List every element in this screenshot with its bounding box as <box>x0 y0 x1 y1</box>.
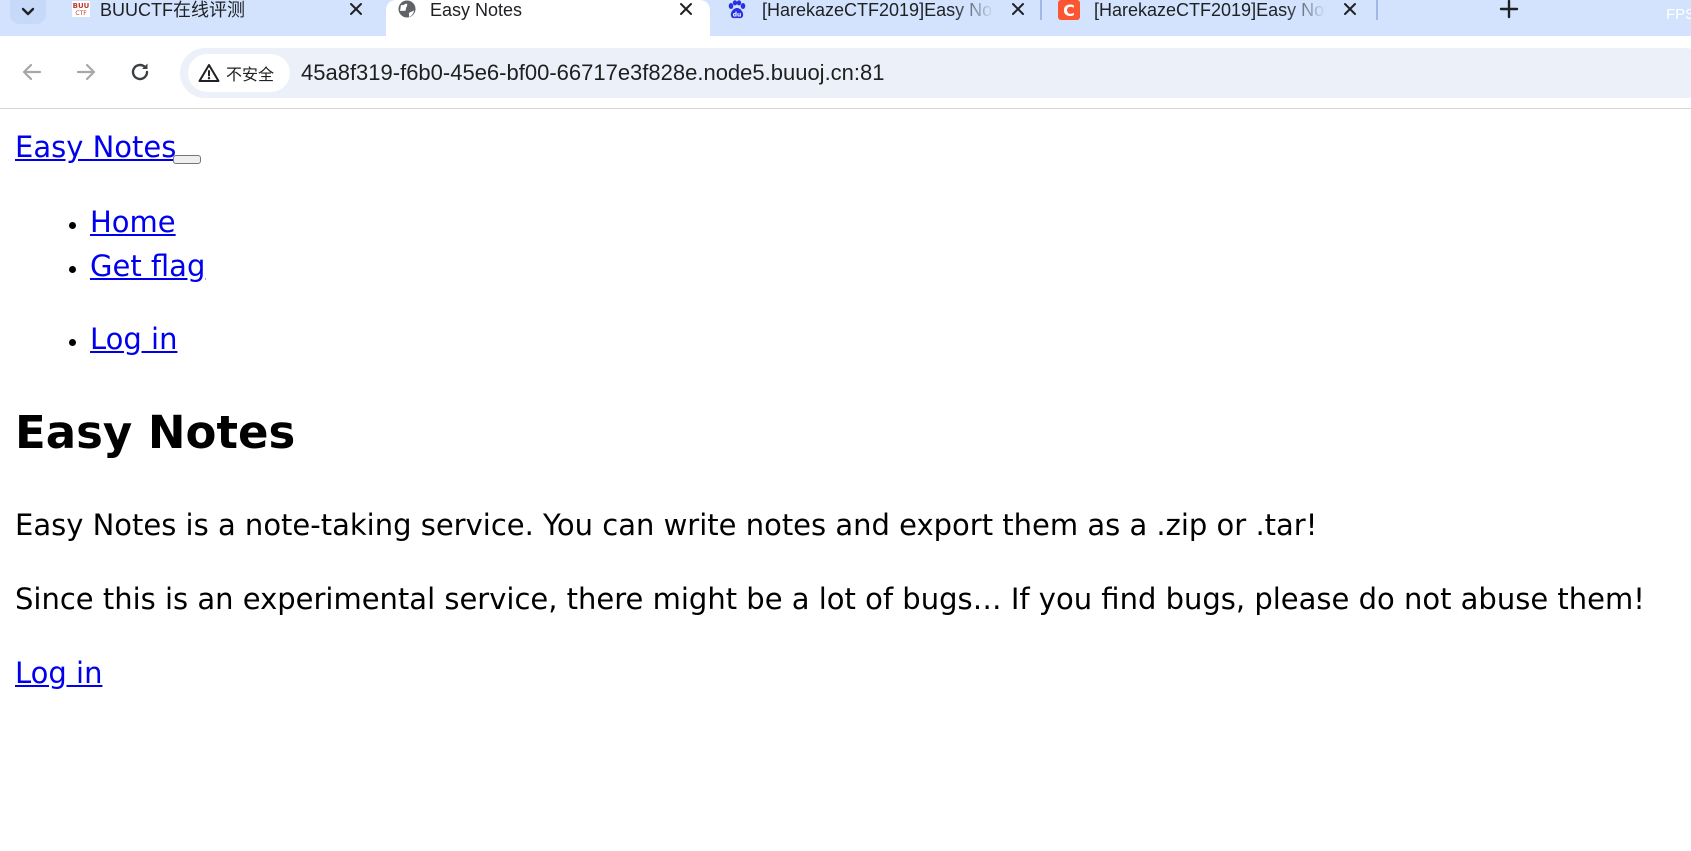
chevron-down-icon <box>21 7 35 16</box>
nav-item-login: Log in <box>90 317 177 361</box>
not-secure-label: 不安全 <box>226 65 275 84</box>
tab-title: [HarekazeCTF2019]Easy Notes <box>1094 0 1326 20</box>
browser-toolbar: 不安全 45a8f319-f6b0-45e6-bf00-66717e3f828e… <box>0 36 1691 109</box>
tab-harekaze-baidu[interactable]: du [HarekazeCTF2019]Easy Notes <box>710 0 1040 36</box>
svg-text:du: du <box>733 12 742 19</box>
tab-strip: BUU CTF BUUCTF在线评测 Easy Notes du [Hareka… <box>0 0 1691 36</box>
buuctf-logo-icon: BUU CTF <box>72 1 90 17</box>
new-tab-plus-icon[interactable] <box>1497 0 1521 20</box>
svg-text:C: C <box>1063 1 1075 20</box>
nav-link-get-flag[interactable]: Get flag <box>90 249 205 283</box>
tab-separator <box>1040 0 1042 20</box>
tab-title: [HarekazeCTF2019]Easy Notes <box>762 0 994 20</box>
baidu-paw-icon: du <box>728 0 746 19</box>
login-link[interactable]: Log in <box>15 653 102 693</box>
tab-search-button[interactable] <box>10 0 46 24</box>
warning-paragraph: Since this is an experimental service, t… <box>15 582 1645 616</box>
forward-arrow-icon[interactable] <box>72 58 100 86</box>
back-arrow-icon[interactable] <box>18 58 46 86</box>
primary-nav-list: Home Get flag <box>0 200 205 288</box>
nav-item-home: Home <box>90 200 205 244</box>
address-bar[interactable]: 不安全 45a8f319-f6b0-45e6-bf00-66717e3f828e… <box>180 48 1691 98</box>
svg-text:CTF: CTF <box>75 10 87 17</box>
tab-harekaze-csdn[interactable]: C [HarekazeCTF2019]Easy Notes <box>1044 0 1374 36</box>
tab-title: Easy Notes <box>430 0 523 20</box>
intro-paragraph: Easy Notes is a note-taking service. You… <box>15 508 1318 542</box>
nav-link-home[interactable]: Home <box>90 205 176 239</box>
reload-icon[interactable] <box>126 58 154 86</box>
warning-triangle-icon <box>198 64 220 82</box>
tab-title: BUUCTF在线评测 <box>100 0 245 20</box>
close-icon[interactable] <box>346 0 366 20</box>
nav-link-login[interactable]: Log in <box>90 322 177 356</box>
svg-text:BUU: BUU <box>73 2 90 10</box>
close-icon[interactable] <box>676 0 696 20</box>
page-title: Easy Notes <box>15 406 296 459</box>
tab-easy-notes[interactable]: Easy Notes <box>386 0 710 36</box>
nav-item-get-flag: Get flag <box>90 244 205 288</box>
globe-icon <box>398 0 416 18</box>
csdn-c-icon: C <box>1058 0 1080 20</box>
fps-overlay-label: FPS <box>1666 6 1691 23</box>
close-icon[interactable] <box>1340 0 1360 20</box>
navbar-brand-link[interactable]: Easy Notes <box>15 130 176 164</box>
site-security-chip[interactable]: 不安全 <box>188 54 290 92</box>
url-text[interactable]: 45a8f319-f6b0-45e6-bf00-66717e3f828e.nod… <box>301 61 885 85</box>
tab-buuctf[interactable]: BUU CTF BUUCTF在线评测 <box>56 0 386 36</box>
navbar-toggler-button[interactable] <box>173 155 201 164</box>
tab-separator <box>1376 0 1378 20</box>
close-icon[interactable] <box>1008 0 1028 20</box>
secondary-nav-list: Log in <box>0 317 177 361</box>
page-viewport: Easy Notes Home Get flag Log in Easy Not… <box>0 110 1691 851</box>
